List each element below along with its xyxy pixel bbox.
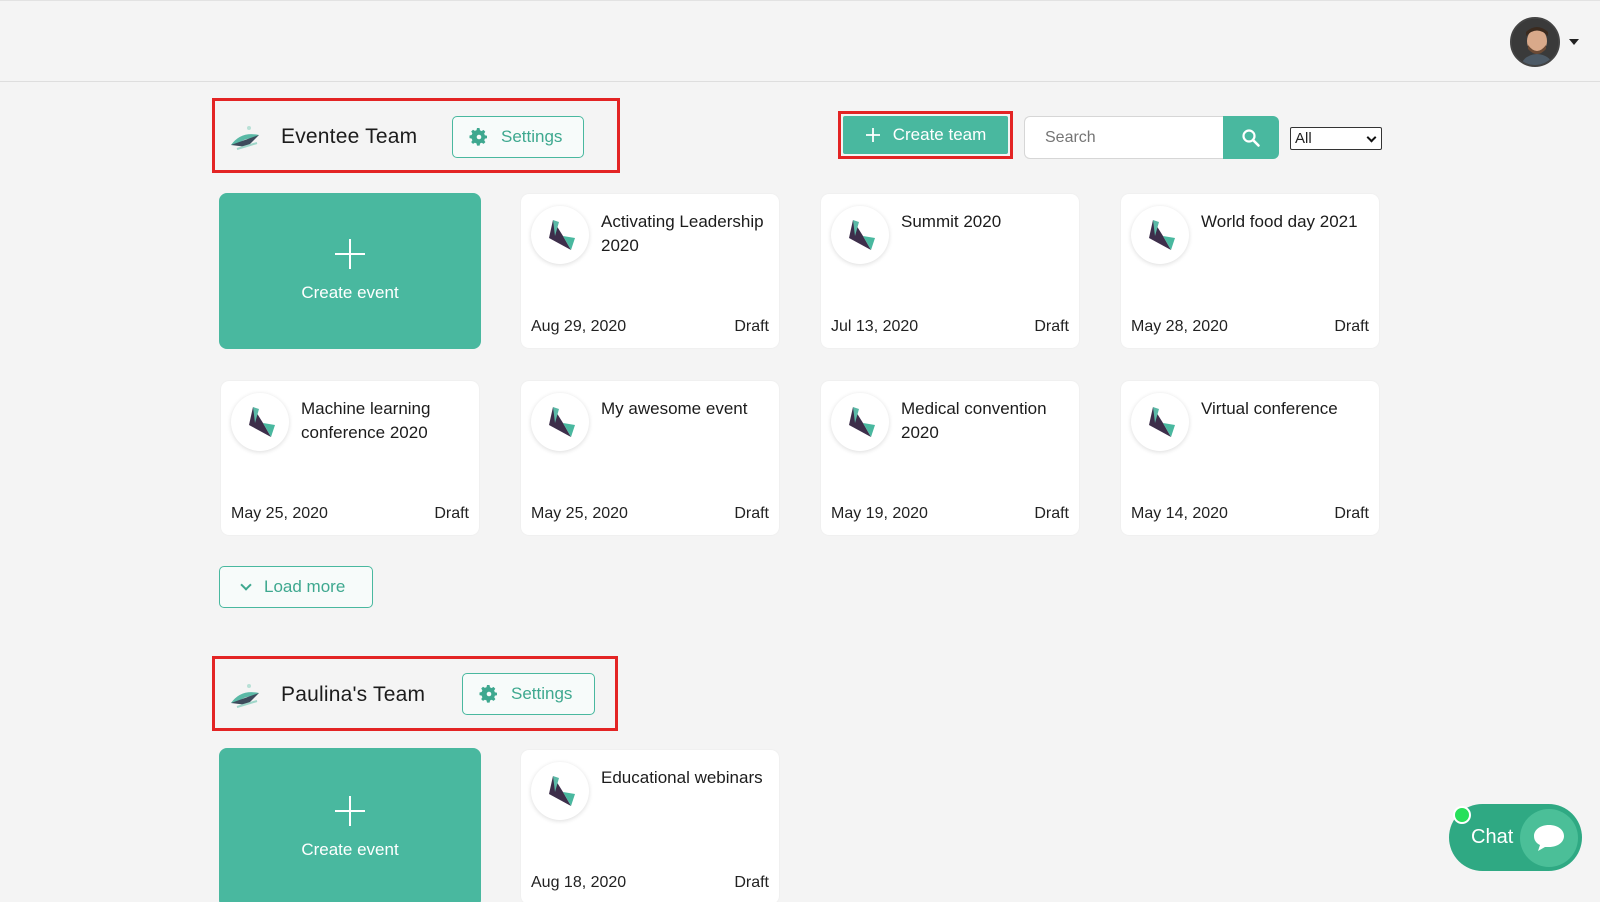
event-card[interactable]: My awesome event May 25, 2020 Draft (521, 381, 779, 535)
event-card[interactable]: Summit 2020 Jul 13, 2020 Draft (821, 194, 1079, 348)
event-title: Virtual conference (1201, 399, 1338, 418)
team-logo-icon (231, 126, 259, 150)
search-icon (1242, 128, 1260, 147)
event-logo-icon (531, 393, 589, 451)
event-status: Draft (1034, 318, 1069, 335)
event-logo-icon (531, 206, 589, 264)
event-date: May 19, 2020 (831, 505, 928, 522)
top-bar (0, 0, 1600, 82)
chat-bubble-icon (1520, 809, 1578, 867)
chat-widget-button[interactable]: Chat (1449, 804, 1582, 871)
event-status: Draft (1334, 505, 1369, 522)
event-title: Machine learning conference 2020 (301, 399, 431, 442)
event-logo-icon (531, 762, 589, 820)
search-button[interactable] (1223, 116, 1279, 159)
event-status: Draft (734, 505, 769, 522)
avatar-image (1512, 19, 1558, 65)
event-card[interactable]: Virtual conference May 14, 2020 Draft (1121, 381, 1379, 535)
event-logo-icon (831, 393, 889, 451)
create-event-label: Create event (301, 840, 399, 859)
event-card[interactable]: World food day 2021 May 28, 2020 Draft (1121, 194, 1379, 348)
team-name: Eventee Team (281, 125, 418, 148)
event-date: May 25, 2020 (531, 505, 628, 522)
plus-icon (865, 128, 880, 142)
team-header-paulina: Paulina's Team Settings (212, 656, 618, 731)
plus-icon (335, 796, 365, 826)
team-settings-button[interactable]: Settings (452, 116, 584, 158)
event-date: May 28, 2020 (1131, 318, 1228, 335)
settings-label: Settings (511, 684, 573, 703)
team-filter-select[interactable]: All (1290, 127, 1382, 150)
event-date: May 25, 2020 (231, 505, 328, 522)
create-event-label: Create event (301, 283, 399, 302)
event-card[interactable]: Machine learning conference 2020 May 25,… (221, 381, 479, 535)
chevron-down-icon (240, 579, 252, 591)
event-status: Draft (1034, 505, 1069, 522)
gear-icon (469, 128, 487, 146)
gear-icon (479, 685, 497, 703)
search-input[interactable] (1024, 116, 1223, 159)
event-status: Draft (734, 874, 769, 891)
online-status-dot (1453, 806, 1471, 824)
event-status: Draft (434, 505, 469, 522)
event-date: Jul 13, 2020 (831, 318, 919, 335)
user-avatar[interactable] (1510, 17, 1560, 67)
event-date: Aug 29, 2020 (531, 318, 627, 335)
chat-label: Chat (1471, 826, 1514, 848)
event-status: Draft (734, 318, 769, 335)
event-logo-icon (1131, 206, 1189, 264)
event-title: Summit 2020 (901, 212, 1002, 231)
event-title: Educational webinars (601, 768, 763, 787)
chevron-down-icon (1366, 132, 1377, 143)
load-more-label: Load more (264, 577, 346, 596)
event-logo-icon (231, 393, 289, 451)
event-card[interactable]: Educational webinars Aug 18, 2020 Draft (521, 750, 779, 902)
create-team-button[interactable]: Create team (843, 116, 1008, 154)
event-date: May 14, 2020 (1131, 505, 1228, 522)
event-date: Aug 18, 2020 (531, 874, 627, 891)
event-logo-icon (1131, 393, 1189, 451)
event-card[interactable]: Medical convention 2020 May 19, 2020 Dra… (821, 381, 1079, 535)
load-more-button[interactable]: Load more (219, 566, 373, 608)
settings-label: Settings (501, 127, 563, 146)
event-title: Activating Leadership 2020 (601, 212, 764, 255)
event-title: Medical convention 2020 (901, 399, 1047, 442)
create-team-label: Create team (892, 125, 987, 144)
create-team-highlight: Create team (838, 111, 1013, 159)
plus-icon (335, 239, 365, 269)
team-logo-icon (231, 684, 259, 708)
event-card[interactable]: Activating Leadership 2020 Aug 29, 2020 … (521, 194, 779, 348)
create-event-button[interactable]: Create event (219, 748, 481, 902)
team-settings-button[interactable]: Settings (462, 673, 595, 715)
event-logo-icon (831, 206, 889, 264)
team-header-eventee: Eventee Team Settings (212, 98, 620, 173)
account-dropdown-caret-icon[interactable] (1569, 39, 1579, 45)
event-title: My awesome event (601, 399, 748, 418)
event-status: Draft (1334, 318, 1369, 335)
filter-selected-value: All (1295, 130, 1312, 147)
create-event-button[interactable]: Create event (219, 193, 481, 349)
event-title: World food day 2021 (1201, 212, 1358, 231)
team-name: Paulina's Team (281, 683, 426, 706)
